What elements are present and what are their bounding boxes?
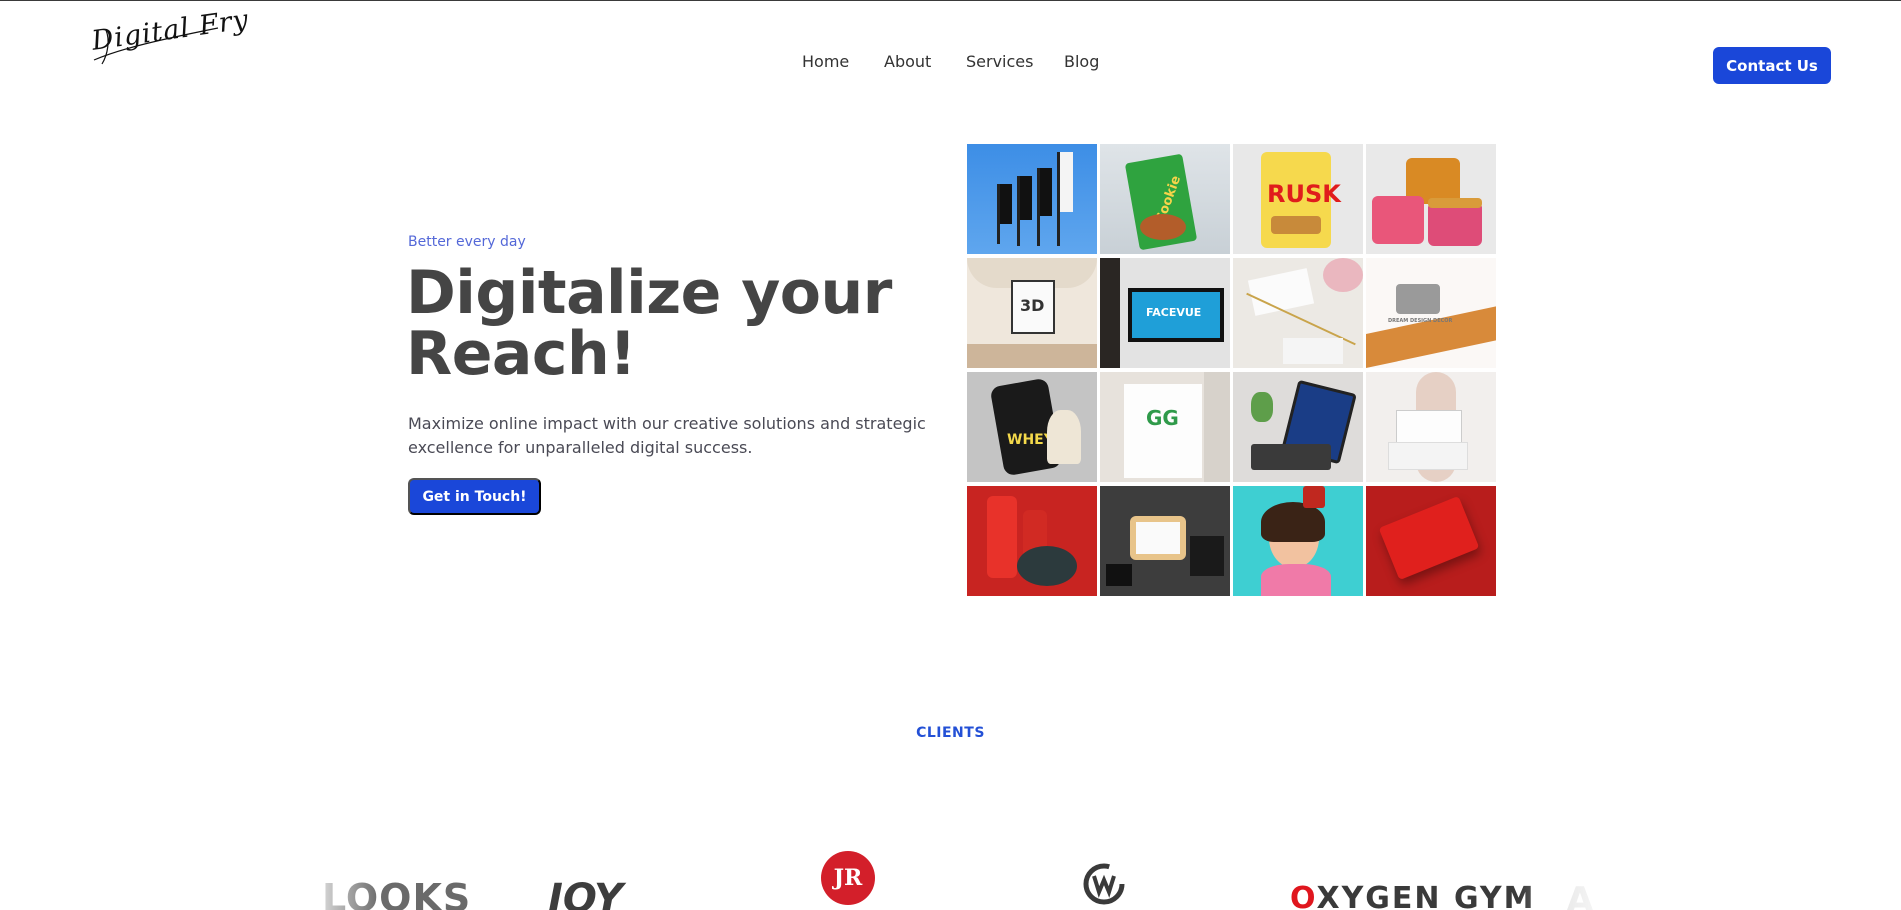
- poster-label: 3D: [1020, 296, 1045, 315]
- hero-eyebrow: Better every day: [408, 234, 526, 250]
- client-logo-oxygen-gym: OXYGEN GYM: [1290, 881, 1536, 910]
- carousel-fade-right: [1520, 840, 1620, 910]
- rusk-pack-label: RUSK: [1267, 180, 1341, 208]
- dream-design-label: DREAM DESIGN DECOR: [1388, 318, 1453, 324]
- top-border: [0, 0, 1901, 1]
- main-nav: Home About Services Blog: [0, 52, 1901, 76]
- clients-heading: CLIENTS: [916, 725, 985, 741]
- portfolio-tile-jewelry[interactable]: [1233, 258, 1363, 368]
- hero-subtitle: Maximize online impact with our creative…: [408, 414, 926, 457]
- portfolio-tile-facevue[interactable]: FACEVUE: [1100, 258, 1230, 368]
- portfolio-tile-whey[interactable]: WHEY: [967, 372, 1097, 482]
- green-garden-label: GG: [1146, 406, 1179, 430]
- portfolio-tile-woman-snack[interactable]: [1233, 486, 1363, 596]
- portfolio-tile-rusk[interactable]: RUSK: [1233, 144, 1363, 254]
- portfolio-tile-dream-design[interactable]: DREAM DESIGN DECOR: [1366, 258, 1496, 368]
- hero-title: Digitalize your Reach!: [406, 258, 892, 389]
- portfolio-tile-gift-box[interactable]: [1366, 372, 1496, 482]
- portfolio-tile-red-card[interactable]: [1366, 486, 1496, 596]
- client-logo-wl: [1082, 862, 1126, 906]
- nav-item-blog[interactable]: Blog: [1064, 52, 1099, 71]
- nav-item-home[interactable]: Home: [802, 52, 849, 71]
- oxygen-o-letter: O: [1290, 881, 1317, 910]
- facevue-label: FACEVUE: [1146, 306, 1202, 319]
- client-logo-joy: JOY: [548, 876, 623, 910]
- portfolio-tile-tablet[interactable]: [1233, 372, 1363, 482]
- carousel-fade-left: [300, 840, 380, 910]
- contact-us-button[interactable]: Contact Us: [1713, 47, 1831, 84]
- portfolio-grid: Cookie RUSK 3D FACEVUE DREAM DESIGN DECO…: [967, 144, 1497, 596]
- portfolio-tile-stationery[interactable]: [1100, 486, 1230, 596]
- portfolio-tile-jars[interactable]: [1366, 144, 1496, 254]
- wl-logo-icon: [1083, 863, 1125, 905]
- oxygen-rest-letters: XYGEN GYM: [1316, 881, 1536, 910]
- client-logo-jr: JR: [821, 851, 875, 905]
- portfolio-tile-red-cosmetics[interactable]: [967, 486, 1097, 596]
- nav-item-services[interactable]: Services: [966, 52, 1033, 71]
- portfolio-tile-green-garden[interactable]: GG: [1100, 372, 1230, 482]
- portfolio-tile-flags[interactable]: [967, 144, 1097, 254]
- nav-item-about[interactable]: About: [884, 52, 931, 71]
- portfolio-tile-cookie[interactable]: Cookie: [1100, 144, 1230, 254]
- portfolio-tile-poster-room[interactable]: 3D: [967, 258, 1097, 368]
- get-in-touch-button[interactable]: Get in Touch!: [408, 478, 541, 515]
